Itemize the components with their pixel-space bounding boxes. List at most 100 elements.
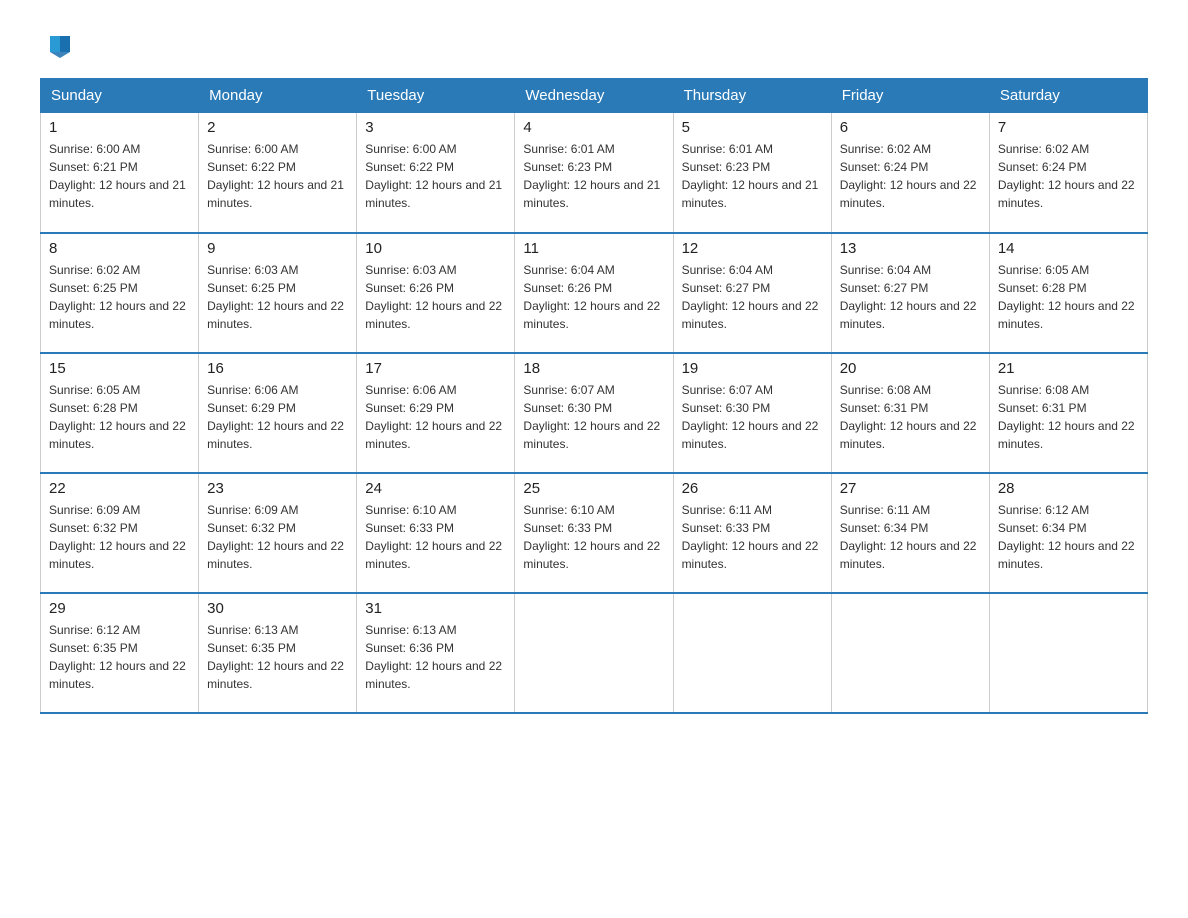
weekday-header: Saturday <box>989 79 1147 113</box>
calendar-day-cell: 18 Sunrise: 6:07 AMSunset: 6:30 PMDaylig… <box>515 353 673 473</box>
calendar-day-cell: 4 Sunrise: 6:01 AMSunset: 6:23 PMDayligh… <box>515 113 673 233</box>
calendar-day-cell: 21 Sunrise: 6:08 AMSunset: 6:31 PMDaylig… <box>989 353 1147 473</box>
day-info: Sunrise: 6:04 AMSunset: 6:26 PMDaylight:… <box>523 263 660 331</box>
day-number: 14 <box>998 240 1139 257</box>
day-info: Sunrise: 6:09 AMSunset: 6:32 PMDaylight:… <box>49 503 186 571</box>
day-info: Sunrise: 6:12 AMSunset: 6:34 PMDaylight:… <box>998 503 1135 571</box>
day-info: Sunrise: 6:07 AMSunset: 6:30 PMDaylight:… <box>682 383 819 451</box>
day-number: 25 <box>523 480 664 497</box>
day-number: 20 <box>840 360 981 377</box>
calendar-day-cell: 22 Sunrise: 6:09 AMSunset: 6:32 PMDaylig… <box>41 473 199 593</box>
day-info: Sunrise: 6:08 AMSunset: 6:31 PMDaylight:… <box>840 383 977 451</box>
day-info: Sunrise: 6:06 AMSunset: 6:29 PMDaylight:… <box>207 383 344 451</box>
day-number: 4 <box>523 119 664 136</box>
weekday-header: Sunday <box>41 79 199 113</box>
day-number: 8 <box>49 240 190 257</box>
day-number: 7 <box>998 119 1139 136</box>
day-info: Sunrise: 6:05 AMSunset: 6:28 PMDaylight:… <box>49 383 186 451</box>
calendar-day-cell: 7 Sunrise: 6:02 AMSunset: 6:24 PMDayligh… <box>989 113 1147 233</box>
calendar-day-cell: 12 Sunrise: 6:04 AMSunset: 6:27 PMDaylig… <box>673 233 831 353</box>
day-number: 21 <box>998 360 1139 377</box>
day-number: 9 <box>207 240 348 257</box>
calendar-day-cell: 28 Sunrise: 6:12 AMSunset: 6:34 PMDaylig… <box>989 473 1147 593</box>
day-info: Sunrise: 6:10 AMSunset: 6:33 PMDaylight:… <box>365 503 502 571</box>
day-info: Sunrise: 6:04 AMSunset: 6:27 PMDaylight:… <box>682 263 819 331</box>
day-info: Sunrise: 6:00 AMSunset: 6:22 PMDaylight:… <box>365 142 502 210</box>
day-number: 6 <box>840 119 981 136</box>
calendar-day-cell <box>831 593 989 713</box>
day-info: Sunrise: 6:08 AMSunset: 6:31 PMDaylight:… <box>998 383 1135 451</box>
weekday-row: SundayMondayTuesdayWednesdayThursdayFrid… <box>41 79 1148 113</box>
calendar-week-row: 29 Sunrise: 6:12 AMSunset: 6:35 PMDaylig… <box>41 593 1148 713</box>
day-info: Sunrise: 6:00 AMSunset: 6:22 PMDaylight:… <box>207 142 344 210</box>
day-number: 30 <box>207 600 348 617</box>
day-number: 23 <box>207 480 348 497</box>
day-info: Sunrise: 6:12 AMSunset: 6:35 PMDaylight:… <box>49 623 186 691</box>
calendar-day-cell: 10 Sunrise: 6:03 AMSunset: 6:26 PMDaylig… <box>357 233 515 353</box>
calendar-day-cell: 16 Sunrise: 6:06 AMSunset: 6:29 PMDaylig… <box>199 353 357 473</box>
day-info: Sunrise: 6:03 AMSunset: 6:25 PMDaylight:… <box>207 263 344 331</box>
logo-icon <box>46 30 74 58</box>
calendar-day-cell: 9 Sunrise: 6:03 AMSunset: 6:25 PMDayligh… <box>199 233 357 353</box>
weekday-header: Wednesday <box>515 79 673 113</box>
calendar-week-row: 22 Sunrise: 6:09 AMSunset: 6:32 PMDaylig… <box>41 473 1148 593</box>
day-number: 18 <box>523 360 664 377</box>
day-number: 16 <box>207 360 348 377</box>
weekday-header: Tuesday <box>357 79 515 113</box>
calendar-day-cell: 11 Sunrise: 6:04 AMSunset: 6:26 PMDaylig… <box>515 233 673 353</box>
calendar-day-cell: 25 Sunrise: 6:10 AMSunset: 6:33 PMDaylig… <box>515 473 673 593</box>
calendar-day-cell: 1 Sunrise: 6:00 AMSunset: 6:21 PMDayligh… <box>41 113 199 233</box>
day-number: 26 <box>682 480 823 497</box>
day-number: 29 <box>49 600 190 617</box>
calendar-day-cell: 13 Sunrise: 6:04 AMSunset: 6:27 PMDaylig… <box>831 233 989 353</box>
calendar-week-row: 1 Sunrise: 6:00 AMSunset: 6:21 PMDayligh… <box>41 113 1148 233</box>
day-info: Sunrise: 6:01 AMSunset: 6:23 PMDaylight:… <box>523 142 660 210</box>
calendar-body: 1 Sunrise: 6:00 AMSunset: 6:21 PMDayligh… <box>41 113 1148 713</box>
day-number: 3 <box>365 119 506 136</box>
calendar-day-cell: 20 Sunrise: 6:08 AMSunset: 6:31 PMDaylig… <box>831 353 989 473</box>
calendar-week-row: 8 Sunrise: 6:02 AMSunset: 6:25 PMDayligh… <box>41 233 1148 353</box>
day-info: Sunrise: 6:13 AMSunset: 6:36 PMDaylight:… <box>365 623 502 691</box>
calendar-day-cell: 8 Sunrise: 6:02 AMSunset: 6:25 PMDayligh… <box>41 233 199 353</box>
calendar-day-cell <box>989 593 1147 713</box>
calendar-day-cell: 19 Sunrise: 6:07 AMSunset: 6:30 PMDaylig… <box>673 353 831 473</box>
day-number: 12 <box>682 240 823 257</box>
calendar-day-cell: 2 Sunrise: 6:00 AMSunset: 6:22 PMDayligh… <box>199 113 357 233</box>
day-info: Sunrise: 6:02 AMSunset: 6:24 PMDaylight:… <box>998 142 1135 210</box>
weekday-header: Thursday <box>673 79 831 113</box>
day-info: Sunrise: 6:11 AMSunset: 6:34 PMDaylight:… <box>840 503 977 571</box>
day-info: Sunrise: 6:07 AMSunset: 6:30 PMDaylight:… <box>523 383 660 451</box>
day-number: 17 <box>365 360 506 377</box>
day-number: 19 <box>682 360 823 377</box>
calendar-day-cell <box>515 593 673 713</box>
day-info: Sunrise: 6:03 AMSunset: 6:26 PMDaylight:… <box>365 263 502 331</box>
day-number: 24 <box>365 480 506 497</box>
day-number: 11 <box>523 240 664 257</box>
day-number: 31 <box>365 600 506 617</box>
weekday-header: Monday <box>199 79 357 113</box>
day-number: 1 <box>49 119 190 136</box>
calendar-day-cell: 23 Sunrise: 6:09 AMSunset: 6:32 PMDaylig… <box>199 473 357 593</box>
day-number: 22 <box>49 480 190 497</box>
calendar-day-cell: 17 Sunrise: 6:06 AMSunset: 6:29 PMDaylig… <box>357 353 515 473</box>
calendar-day-cell: 6 Sunrise: 6:02 AMSunset: 6:24 PMDayligh… <box>831 113 989 233</box>
day-info: Sunrise: 6:02 AMSunset: 6:25 PMDaylight:… <box>49 263 186 331</box>
day-info: Sunrise: 6:04 AMSunset: 6:27 PMDaylight:… <box>840 263 977 331</box>
calendar-week-row: 15 Sunrise: 6:05 AMSunset: 6:28 PMDaylig… <box>41 353 1148 473</box>
day-info: Sunrise: 6:11 AMSunset: 6:33 PMDaylight:… <box>682 503 819 571</box>
day-number: 27 <box>840 480 981 497</box>
calendar-day-cell: 31 Sunrise: 6:13 AMSunset: 6:36 PMDaylig… <box>357 593 515 713</box>
logo <box>40 30 78 58</box>
calendar-day-cell: 5 Sunrise: 6:01 AMSunset: 6:23 PMDayligh… <box>673 113 831 233</box>
calendar-day-cell: 30 Sunrise: 6:13 AMSunset: 6:35 PMDaylig… <box>199 593 357 713</box>
day-number: 10 <box>365 240 506 257</box>
day-number: 15 <box>49 360 190 377</box>
day-info: Sunrise: 6:05 AMSunset: 6:28 PMDaylight:… <box>998 263 1135 331</box>
calendar-day-cell: 29 Sunrise: 6:12 AMSunset: 6:35 PMDaylig… <box>41 593 199 713</box>
day-info: Sunrise: 6:01 AMSunset: 6:23 PMDaylight:… <box>682 142 819 210</box>
day-info: Sunrise: 6:10 AMSunset: 6:33 PMDaylight:… <box>523 503 660 571</box>
calendar-table: SundayMondayTuesdayWednesdayThursdayFrid… <box>40 78 1148 714</box>
calendar-day-cell <box>673 593 831 713</box>
calendar-day-cell: 26 Sunrise: 6:11 AMSunset: 6:33 PMDaylig… <box>673 473 831 593</box>
day-info: Sunrise: 6:00 AMSunset: 6:21 PMDaylight:… <box>49 142 186 210</box>
